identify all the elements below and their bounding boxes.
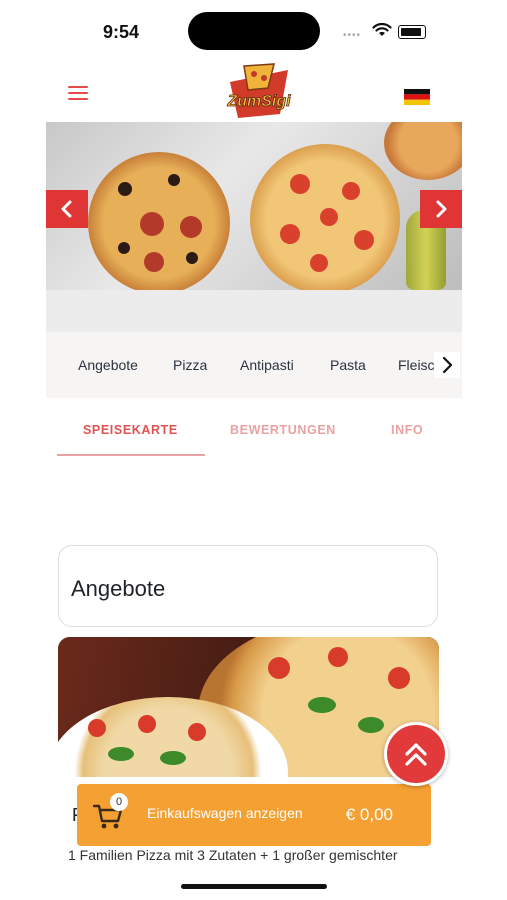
- home-indicator: [181, 884, 327, 889]
- section-header: Angebote: [58, 545, 438, 627]
- offer-description: 1 Familien Pizza mit 3 Zutaten + 1 große…: [68, 847, 398, 863]
- category-antipasti[interactable]: Antipasti: [240, 357, 294, 373]
- hero-carousel[interactable]: [46, 122, 462, 290]
- scroll-to-top-button[interactable]: [384, 722, 448, 786]
- signal-icon: ••••: [343, 30, 362, 41]
- chevron-left-icon: [61, 200, 72, 218]
- menu-icon[interactable]: [68, 86, 88, 100]
- german-flag-icon[interactable]: [404, 89, 430, 105]
- tab-info[interactable]: INFO: [391, 423, 423, 437]
- tab-speisekarte[interactable]: SPEISEKARTE: [83, 423, 178, 437]
- category-pasta[interactable]: Pasta: [330, 357, 366, 373]
- category-angebote[interactable]: Angebote: [78, 357, 138, 373]
- cart-total: € 0,00: [345, 805, 393, 824]
- category-scroll-button[interactable]: [434, 352, 460, 378]
- chevron-right-icon: [442, 356, 453, 374]
- carousel-next-button[interactable]: [420, 190, 462, 228]
- wifi-icon: [372, 22, 392, 36]
- dynamic-island: [188, 12, 320, 50]
- battery-icon: [398, 25, 426, 39]
- category-fleisch[interactable]: Fleisc: [398, 357, 435, 373]
- pizza-image: [88, 152, 230, 290]
- pizza-image: [250, 144, 400, 290]
- tab-bar: SPEISEKARTE BEWERTUNGEN INFO: [46, 405, 462, 457]
- carousel-prev-button[interactable]: [46, 190, 88, 228]
- tab-indicator: [57, 454, 205, 456]
- app-header: ZumSigi: [46, 62, 462, 122]
- status-time: 9:54: [103, 22, 140, 42]
- cart-count-badge: 0: [110, 793, 128, 811]
- restaurant-logo[interactable]: ZumSigi: [224, 62, 294, 120]
- chevron-right-icon: [436, 200, 447, 218]
- cart-label: Einkaufswagen anzeigen: [147, 805, 303, 821]
- status-bar: 9:54 ••••: [0, 0, 507, 60]
- view-cart-button[interactable]: 0 Einkaufswagen anzeigen € 0,00: [77, 784, 431, 846]
- category-pizza[interactable]: Pizza: [173, 357, 207, 373]
- divider-band: [46, 290, 462, 332]
- tab-bewertungen[interactable]: BEWERTUNGEN: [230, 423, 336, 437]
- offer-image[interactable]: [58, 637, 439, 777]
- double-chevron-up-icon: [405, 743, 427, 766]
- section-title: Angebote: [71, 576, 166, 601]
- category-bar: Angebote Pizza Antipasti Pasta Fleisc: [46, 332, 462, 398]
- svg-text:ZumSigi: ZumSigi: [226, 93, 291, 110]
